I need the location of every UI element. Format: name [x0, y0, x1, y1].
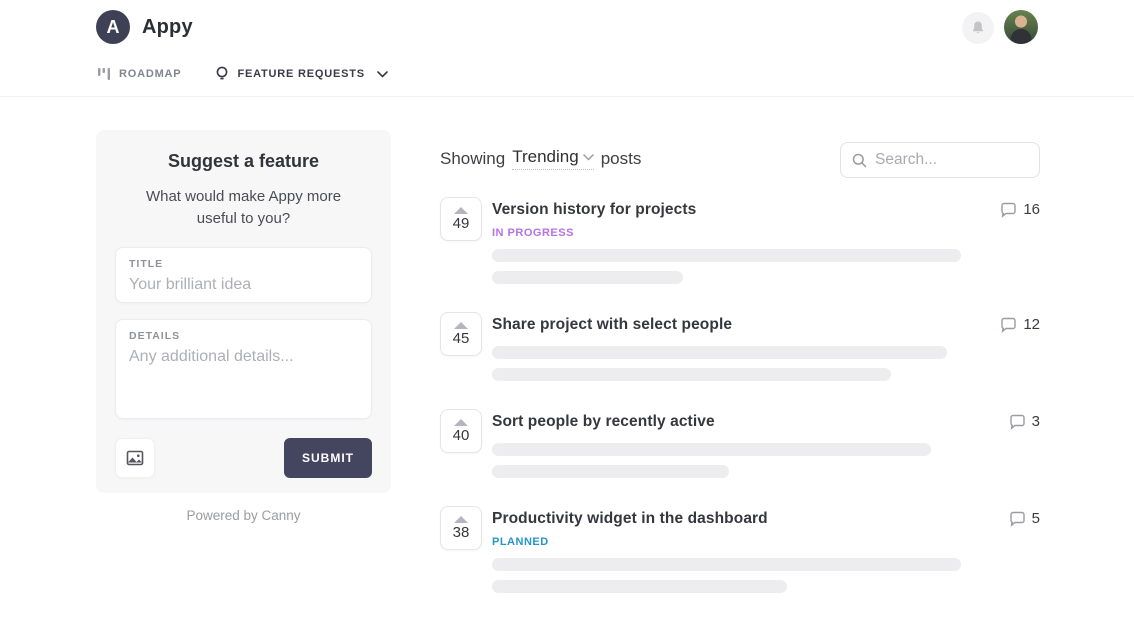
app-name: Appy [142, 16, 193, 39]
post-title[interactable]: Sort people by recently active [492, 413, 715, 431]
showing-label: Showing [440, 149, 505, 169]
placeholder-bar [492, 249, 961, 262]
lightbulb-icon [215, 66, 229, 82]
nav-item-roadmap[interactable]: ROADMAP [98, 67, 181, 81]
chevron-down-icon [583, 154, 594, 161]
post-row: 38 Productivity widget in the dashboard … [440, 506, 1040, 593]
submit-button[interactable]: SUBMIT [284, 438, 372, 478]
posts-panel: Showing Trending posts [440, 140, 1040, 621]
comment-count-chip[interactable]: 5 [1009, 510, 1040, 527]
sort-dropdown[interactable]: Trending [512, 147, 593, 170]
suggest-feature-card: Suggest a feature What would make Appy m… [96, 130, 391, 493]
details-field-box: DETAILS [115, 319, 372, 419]
upvote-arrow-icon [454, 419, 468, 426]
post-title[interactable]: Version history for projects [492, 201, 696, 219]
placeholder-bar [492, 580, 787, 593]
card-title: Suggest a feature [115, 151, 372, 172]
upvote-button[interactable]: 40 [440, 409, 482, 453]
card-subtitle: What would make Appy more useful to you? [129, 186, 358, 230]
upvote-button[interactable]: 49 [440, 197, 482, 241]
search-input[interactable] [875, 151, 1028, 169]
comment-icon [1000, 317, 1017, 333]
comment-count-chip[interactable]: 16 [1000, 201, 1040, 218]
comment-icon [1009, 414, 1026, 430]
title-field-label: TITLE [129, 258, 358, 270]
chevron-down-icon [377, 71, 388, 78]
nav-item-feature-requests[interactable]: FEATURE REQUESTS [215, 66, 388, 82]
vote-count: 40 [453, 429, 470, 443]
placeholder-bar [492, 465, 729, 478]
nav-item-label: ROADMAP [119, 68, 181, 80]
upvote-arrow-icon [454, 322, 468, 329]
nav-item-label: FEATURE REQUESTS [237, 68, 365, 80]
post-title[interactable]: Share project with select people [492, 316, 732, 334]
placeholder-bar [492, 368, 891, 381]
vote-count: 49 [453, 217, 470, 231]
placeholder-bar [492, 443, 931, 456]
comment-count: 12 [1023, 316, 1040, 333]
bell-icon [970, 20, 986, 36]
comment-icon [1009, 511, 1026, 527]
logo-circle-icon: A [96, 10, 130, 44]
details-input[interactable] [129, 348, 358, 406]
upvote-arrow-icon [454, 207, 468, 214]
app-logo[interactable]: A Appy [96, 10, 193, 44]
upvote-button[interactable]: 45 [440, 312, 482, 356]
board-nav: ROADMAP FEATURE REQUESTS [98, 66, 388, 82]
post-row: 40 Sort people by recently active 3 [440, 409, 1040, 478]
comment-count: 16 [1023, 201, 1040, 218]
comment-count-chip[interactable]: 12 [1000, 316, 1040, 333]
post-row: 49 Version history for projects 16 IN PR… [440, 197, 1040, 284]
search-box [840, 142, 1040, 178]
status-badge: PLANNED [492, 536, 1040, 548]
comment-icon [1000, 202, 1017, 218]
upvote-arrow-icon [454, 516, 468, 523]
sort-value: Trending [512, 147, 578, 167]
placeholder-bar [492, 558, 961, 571]
post-row: 45 Share project with select people 12 [440, 312, 1040, 381]
attach-image-button[interactable] [115, 438, 155, 478]
notifications-button[interactable] [962, 12, 994, 44]
title-field-box: TITLE [115, 247, 372, 303]
app-header: A Appy ROADMAP [0, 0, 1134, 97]
vote-count: 38 [453, 526, 470, 540]
powered-by-canny[interactable]: Powered by Canny [96, 508, 391, 523]
comment-count: 3 [1032, 413, 1040, 430]
post-title[interactable]: Productivity widget in the dashboard [492, 510, 768, 528]
posts-label: posts [601, 149, 642, 169]
vote-count: 45 [453, 332, 470, 346]
placeholder-bar [492, 346, 947, 359]
details-field-label: DETAILS [129, 330, 358, 342]
upvote-button[interactable]: 38 [440, 506, 482, 550]
title-input[interactable] [129, 276, 358, 294]
placeholder-bar [492, 271, 683, 284]
roadmap-icon [98, 67, 111, 81]
comment-count-chip[interactable]: 3 [1009, 413, 1040, 430]
user-avatar[interactable] [1004, 10, 1038, 44]
search-icon [852, 153, 867, 168]
image-icon [126, 449, 144, 467]
status-badge: IN PROGRESS [492, 227, 1040, 239]
posts-list: 49 Version history for projects 16 IN PR… [440, 197, 1040, 593]
comment-count: 5 [1032, 510, 1040, 527]
